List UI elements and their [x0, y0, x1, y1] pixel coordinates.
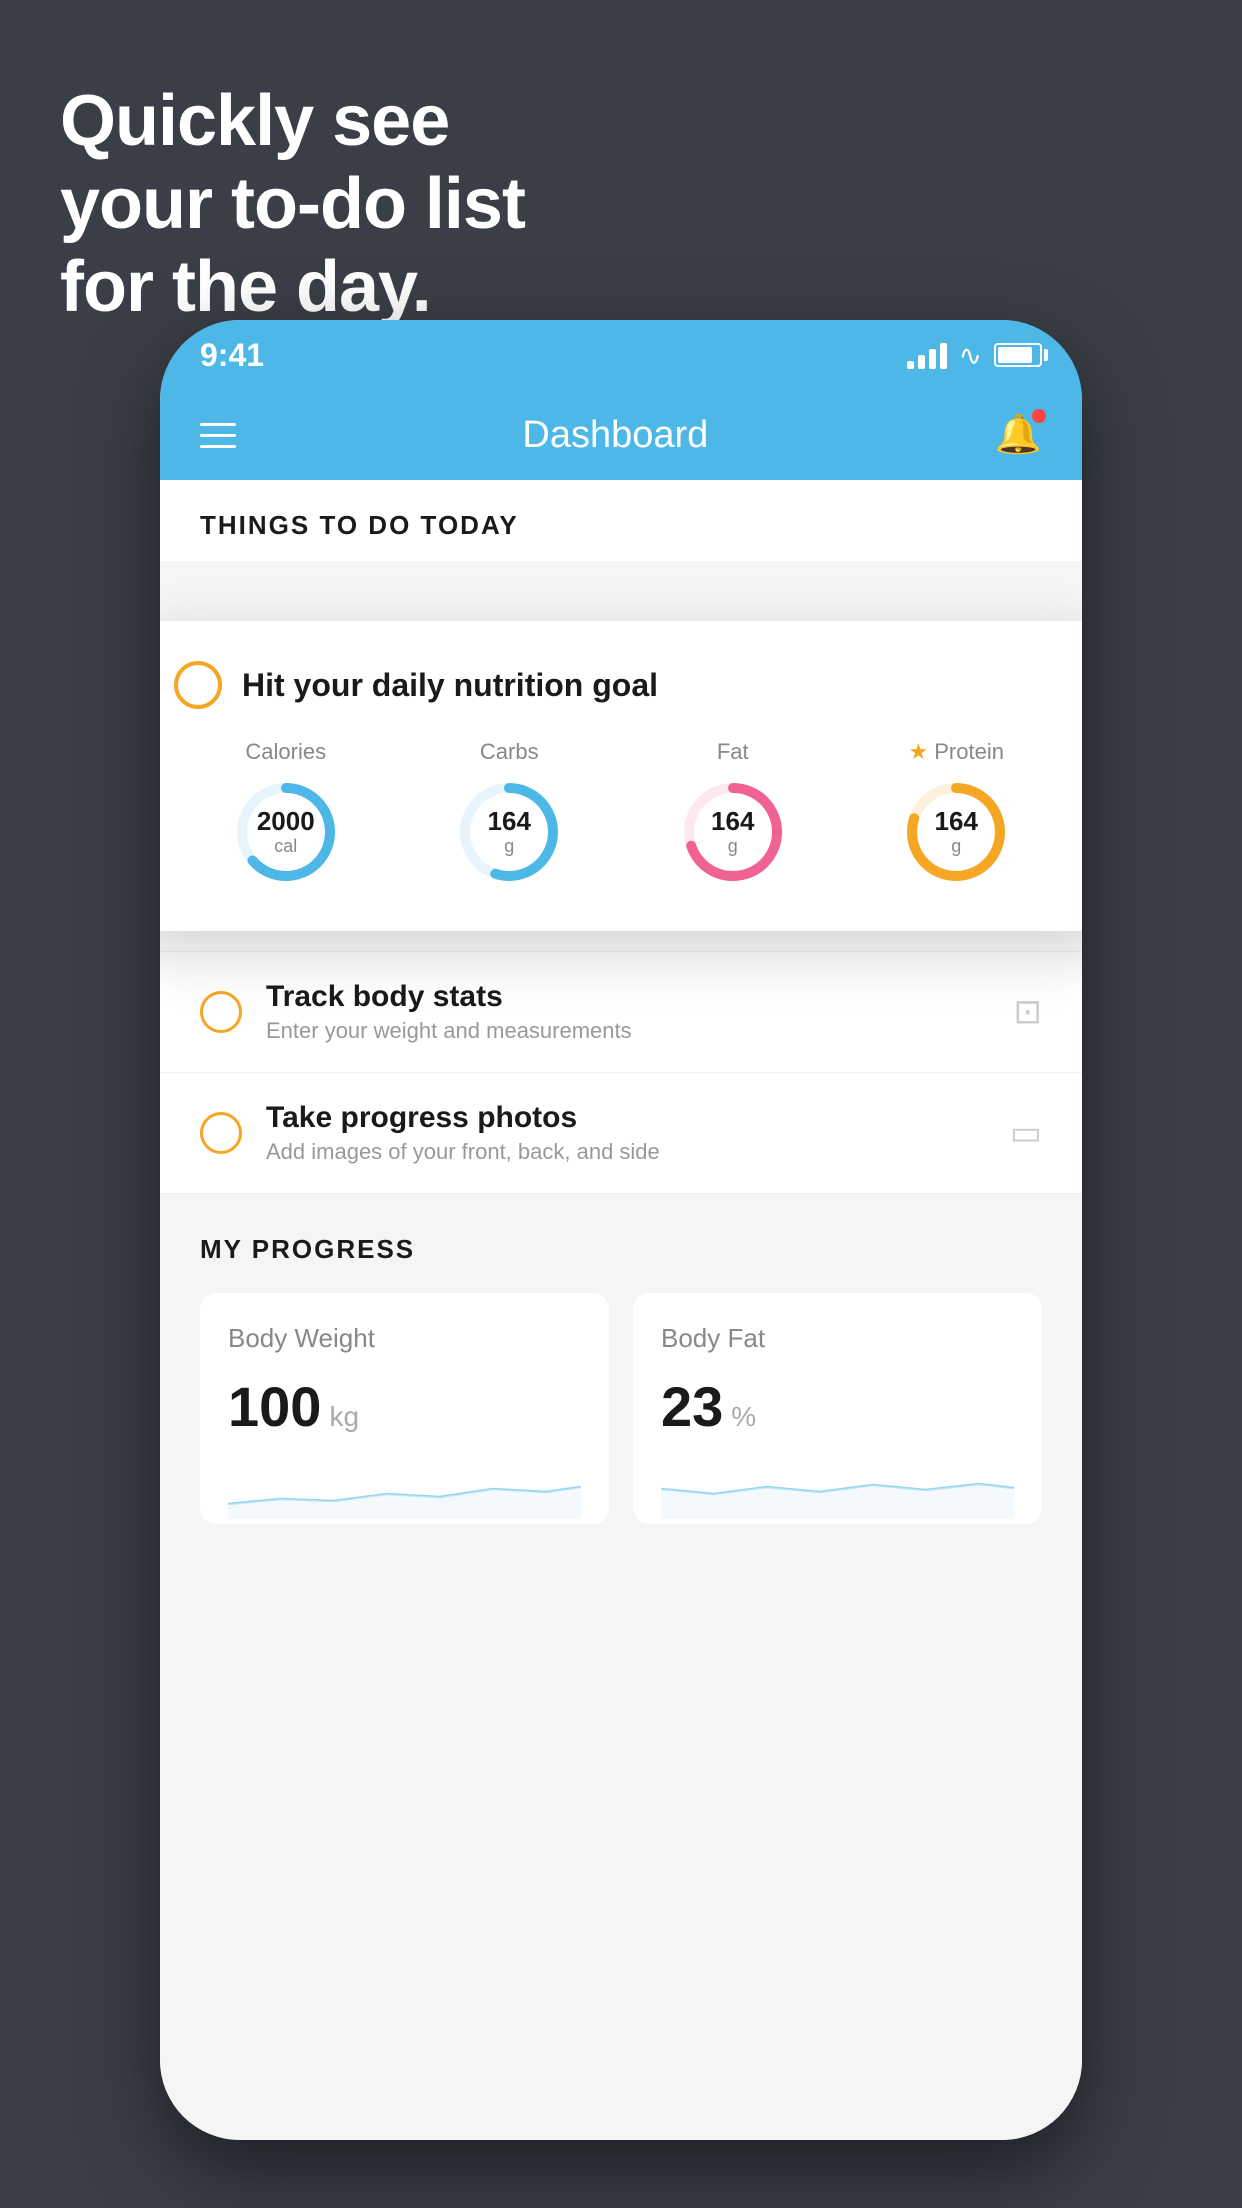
- status-icons: ∿: [907, 339, 1042, 372]
- carbs-label: Carbs: [480, 739, 539, 765]
- body-weight-card[interactable]: Body Weight 100 kg: [200, 1293, 609, 1524]
- progress-section: MY PROGRESS Body Weight 100 kg: [160, 1194, 1082, 1524]
- body-fat-value-row: 23 %: [661, 1374, 1014, 1439]
- carbs-item: Carbs 164 g: [454, 739, 564, 887]
- scale-icon: ⊡: [1014, 992, 1043, 1032]
- fat-unit: g: [711, 836, 754, 857]
- nutrition-circles: Calories 2000 cal: [174, 739, 1068, 887]
- calories-unit: cal: [257, 836, 315, 857]
- headline: Quickly see your to-do list for the day.: [60, 80, 525, 328]
- notification-dot: [1032, 409, 1046, 423]
- photos-subtitle: Add images of your front, back, and side: [266, 1139, 1010, 1165]
- notification-bell-button[interactable]: 🔔: [995, 413, 1042, 457]
- fat-label: Fat: [717, 739, 749, 765]
- status-time: 9:41: [200, 337, 264, 374]
- protein-donut: 164 g: [901, 777, 1011, 887]
- protein-item: ★ Protein 164 g: [901, 739, 1011, 887]
- body-stats-title: Track body stats: [266, 980, 1014, 1014]
- hamburger-menu-button[interactable]: [200, 423, 236, 448]
- status-bar: 9:41 ∿: [160, 320, 1082, 390]
- nutrition-card: Hit your daily nutrition goal Calories: [160, 621, 1082, 931]
- calories-donut: 2000 cal: [231, 777, 341, 887]
- photos-text: Take progress photos Add images of your …: [266, 1101, 1010, 1165]
- carbs-unit: g: [488, 836, 531, 857]
- phone-mockup: 9:41 ∿ Dashboard 🔔: [160, 320, 1082, 2140]
- nutrition-card-title: Hit your daily nutrition goal: [242, 667, 658, 704]
- wifi-icon: ∿: [959, 339, 982, 372]
- calories-value: 2000: [257, 807, 315, 836]
- body-fat-sparkline: [661, 1459, 1014, 1519]
- things-title: THINGS TO DO TODAY: [200, 510, 1042, 541]
- battery-icon: [994, 343, 1042, 367]
- protein-unit: g: [935, 836, 978, 857]
- body-weight-unit: kg: [329, 1401, 359, 1433]
- photos-check-circle[interactable]: [200, 1112, 242, 1154]
- body-weight-sparkline: [228, 1459, 581, 1519]
- fat-value: 164: [711, 807, 754, 836]
- body-fat-unit: %: [731, 1401, 756, 1433]
- body-fat-card[interactable]: Body Fat 23 %: [633, 1293, 1042, 1524]
- star-icon: ★: [909, 739, 929, 765]
- body-stats-subtitle: Enter your weight and measurements: [266, 1018, 1014, 1044]
- content-wrapper: Hit your daily nutrition goal Calories: [160, 561, 1082, 1524]
- body-weight-label: Body Weight: [228, 1323, 581, 1354]
- carbs-donut: 164 g: [454, 777, 564, 887]
- protein-value: 164: [935, 807, 978, 836]
- nutrition-check-circle[interactable]: [174, 661, 222, 709]
- body-fat-label: Body Fat: [661, 1323, 1014, 1354]
- todo-item-photos[interactable]: Take progress photos Add images of your …: [160, 1073, 1082, 1194]
- calories-item: Calories 2000 cal: [231, 739, 341, 887]
- body-weight-value: 100: [228, 1374, 321, 1439]
- carbs-value: 164: [488, 807, 531, 836]
- photos-title: Take progress photos: [266, 1101, 1010, 1135]
- signal-icon: [907, 341, 947, 369]
- body-stats-check-circle[interactable]: [200, 991, 242, 1033]
- body-stats-text: Track body stats Enter your weight and m…: [266, 980, 1014, 1044]
- protein-label: ★ Protein: [909, 739, 1004, 765]
- calories-label: Calories: [245, 739, 326, 765]
- fat-item: Fat 164 g: [678, 739, 788, 887]
- things-to-do-section: THINGS TO DO TODAY: [160, 480, 1082, 561]
- progress-cards: Body Weight 100 kg Body Fat: [200, 1293, 1042, 1524]
- body-weight-value-row: 100 kg: [228, 1374, 581, 1439]
- todo-item-body-stats[interactable]: Track body stats Enter your weight and m…: [160, 952, 1082, 1073]
- nav-title: Dashboard: [522, 414, 708, 457]
- card-header-row: Hit your daily nutrition goal: [174, 661, 1068, 709]
- body-fat-value: 23: [661, 1374, 723, 1439]
- progress-title: MY PROGRESS: [200, 1234, 1042, 1265]
- phone-content: THINGS TO DO TODAY Hit your daily nutrit…: [160, 480, 1082, 2140]
- nav-bar: Dashboard 🔔: [160, 390, 1082, 480]
- person-photo-icon: ▭: [1010, 1113, 1042, 1153]
- fat-donut: 164 g: [678, 777, 788, 887]
